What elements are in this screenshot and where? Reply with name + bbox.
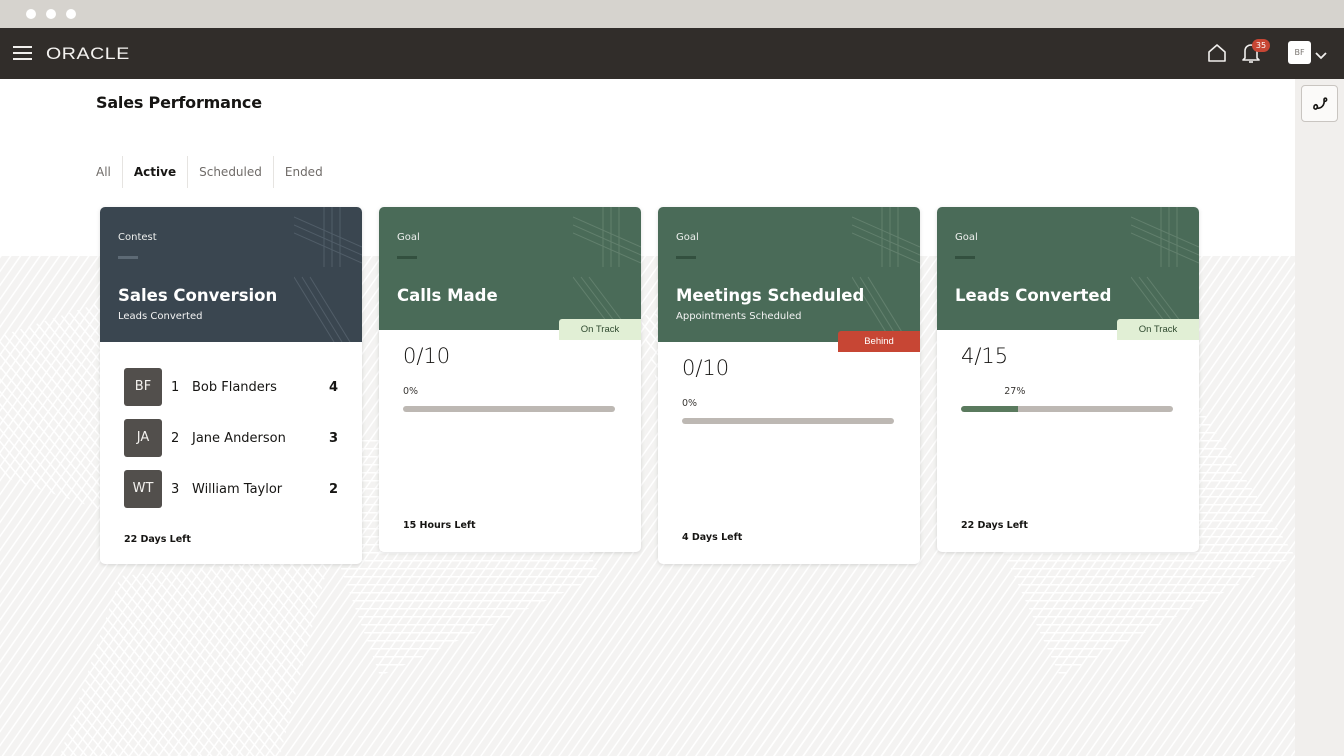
rank: 2 (171, 430, 180, 446)
card-divider (118, 256, 138, 259)
progress-bar (682, 418, 894, 424)
contest-card-sales-conversion[interactable]: Contest Sales Conversion Leads Converted… (100, 207, 362, 564)
card-subtitle: Leads Converted (118, 311, 203, 322)
tab-scheduled[interactable]: Scheduled (187, 156, 273, 188)
progress-percent: 0% (682, 398, 698, 409)
top-navigation-bar: ORACLE 35 BF (0, 28, 1344, 79)
card-subtitle: Appointments Scheduled (676, 311, 802, 322)
right-side-panel (1295, 79, 1344, 756)
progress-bar-fill (961, 406, 1019, 412)
chevron-down-icon[interactable] (1315, 46, 1327, 60)
decorative-pattern (294, 207, 362, 342)
time-left: 4 Days Left (682, 532, 743, 543)
card-header: Goal Meetings Scheduled Appointments Sch… (658, 207, 920, 342)
goal-card-meetings-scheduled[interactable]: Goal Meetings Scheduled Appointments Sch… (658, 207, 920, 564)
card-header: Goal Leads Converted (937, 207, 1199, 330)
avatar: JA (124, 419, 162, 457)
participant-name: William Taylor (192, 481, 283, 497)
decorative-pattern (573, 207, 641, 330)
score: 4 (328, 379, 338, 395)
card-header: Contest Sales Conversion Leads Converted (100, 207, 362, 342)
goal-progress: 0/10 0% (658, 342, 920, 424)
oracle-logo[interactable]: ORACLE (46, 44, 130, 64)
goal-card-leads-converted[interactable]: Goal Leads Converted On Track 4/15 27% 2… (937, 207, 1199, 552)
progress-percent: 27% (1004, 386, 1026, 397)
card-title: Sales Conversion (118, 286, 278, 305)
window-maximize-dot[interactable] (66, 9, 76, 19)
window-titlebar (0, 0, 1344, 28)
card-type-label: Goal (955, 232, 978, 243)
progress-bar (403, 406, 615, 412)
user-avatar[interactable]: BF (1288, 41, 1311, 64)
card-type-label: Goal (676, 232, 699, 243)
tab-ended[interactable]: Ended (272, 156, 334, 188)
time-left: 15 Hours Left (403, 520, 476, 531)
card-title: Meetings Scheduled (676, 286, 865, 305)
goal-value: 0/10 (682, 356, 730, 380)
goal-progress: 4/15 27% (937, 330, 1199, 412)
participant-name: Jane Anderson (192, 430, 286, 446)
avatar: BF (124, 368, 162, 406)
goal-value: 0/10 (403, 344, 451, 368)
home-icon[interactable] (1206, 42, 1228, 64)
window-minimize-dot[interactable] (46, 9, 56, 19)
decorative-pattern (852, 207, 920, 342)
card-type-label: Contest (118, 232, 157, 243)
card-divider (676, 256, 696, 259)
goal-value: 4/15 (961, 344, 1009, 368)
leaderboard-row[interactable]: WT 3 William Taylor 2 (124, 470, 338, 508)
decorative-pattern (1131, 207, 1199, 330)
goal-card-calls-made[interactable]: Goal Calls Made On Track 0/10 0% 15 Hour… (379, 207, 641, 552)
page-title: Sales Performance (96, 93, 262, 112)
participant-name: Bob Flanders (192, 379, 277, 395)
card-title: Leads Converted (955, 286, 1112, 305)
leaderboard-row[interactable]: JA 2 Jane Anderson 3 (124, 419, 338, 457)
goal-progress: 0/10 0% (379, 330, 641, 412)
card-divider (397, 256, 417, 259)
leaderboard: BF 1 Bob Flanders 4 JA 2 Jane Anderson 3… (100, 342, 362, 508)
phone-icon[interactable] (1301, 85, 1338, 122)
card-type-label: Goal (397, 232, 420, 243)
tab-all[interactable]: All (96, 156, 122, 188)
main-content: Sales Performance All Active Scheduled E… (0, 79, 1295, 756)
filter-tabs: All Active Scheduled Ended (96, 156, 334, 188)
rank: 1 (171, 379, 180, 395)
avatar: WT (124, 470, 162, 508)
card-divider (955, 256, 975, 259)
card-header: Goal Calls Made (379, 207, 641, 330)
rank: 3 (171, 481, 180, 497)
notification-count-badge: 35 (1252, 39, 1270, 52)
score: 3 (328, 430, 338, 446)
hamburger-menu-icon[interactable] (13, 45, 32, 61)
leaderboard-row[interactable]: BF 1 Bob Flanders 4 (124, 368, 338, 406)
window-close-dot[interactable] (26, 9, 36, 19)
progress-percent: 0% (403, 386, 419, 397)
score: 2 (328, 481, 338, 497)
time-left: 22 Days Left (961, 520, 1028, 531)
tab-active[interactable]: Active (121, 156, 187, 188)
time-left: 22 Days Left (124, 534, 191, 545)
progress-bar (961, 406, 1173, 412)
card-title: Calls Made (397, 286, 498, 305)
